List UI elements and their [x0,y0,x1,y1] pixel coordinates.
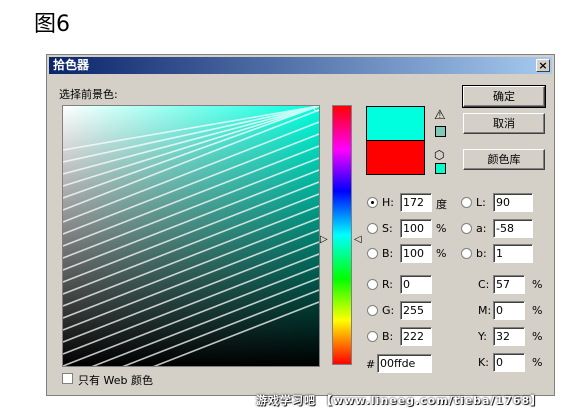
dialog-title: 拾色器 [53,58,90,72]
hue-slider[interactable] [332,105,352,365]
web-safe-cube-icon[interactable]: ⬡ [434,148,444,162]
hue-slider-left-arrow[interactable]: ▷ [320,234,328,245]
yellow-field[interactable]: 32 [493,327,525,346]
black-label: K: [478,356,489,369]
ok-button[interactable]: 确定 [462,85,546,108]
saturation-unit: % [436,222,447,235]
current-color-swatch[interactable] [366,140,425,175]
radio-green[interactable] [367,305,378,316]
blue-label: B: [382,330,394,343]
color-libraries-button[interactable]: 颜色库 [463,149,545,170]
yellow-unit: % [532,330,543,343]
color-field[interactable] [62,105,320,367]
lab-a-label: a: [476,222,487,235]
lab-l-label: L: [476,196,486,209]
radio-saturation[interactable] [367,223,378,234]
hue-field[interactable]: 172 [400,193,432,212]
lab-l-field[interactable]: 90 [493,193,533,212]
red-label: R: [382,278,394,291]
close-button[interactable]: × [536,59,550,72]
brightness-unit: % [436,247,447,260]
dialog-titlebar: 拾色器 × [49,57,552,74]
green-label: G: [382,304,395,317]
lab-a-field[interactable]: -58 [493,219,533,238]
web-safe-swatch[interactable] [435,163,446,174]
new-color-swatch [366,106,425,141]
brightness-label: B: [382,247,394,260]
hex-label: # [366,358,376,371]
radio-blue[interactable] [367,331,378,342]
magenta-label: M: [478,304,492,317]
cyan-unit: % [532,278,543,291]
hex-field[interactable]: 00ffde [377,354,432,373]
yellow-label: Y: [478,330,487,343]
cyan-label: C: [478,278,490,291]
web-only-label: 只有 Web 颜色 [78,374,153,387]
hue-label: H: [382,196,394,209]
radio-lab-l[interactable] [461,197,472,208]
color-picker-dialog: 拾色器 × 选择前景色: ▷ ◁ ⚠ ⬡ 确定 取消 颜色库 H: 172 度 … [46,54,555,396]
radio-lab-b[interactable] [461,248,472,259]
brightness-field[interactable]: 100 [400,244,432,263]
hue-slider-right-arrow[interactable]: ◁ [354,234,362,245]
saturation-label: S: [382,222,393,235]
magenta-field[interactable]: 0 [493,301,525,320]
radio-hue[interactable] [367,197,378,208]
hue-unit: 度 [436,198,447,211]
web-only-checkbox[interactable] [62,373,73,384]
radio-lab-a[interactable] [461,223,472,234]
cyan-field[interactable]: 57 [493,275,525,294]
black-unit: % [532,356,543,369]
lab-b-field[interactable]: 1 [493,244,533,263]
gamut-swatch[interactable] [435,126,446,137]
color-field-gradient [63,106,319,366]
figure-label: 图6 [34,12,70,37]
cancel-button[interactable]: 取消 [463,113,545,134]
radio-brightness[interactable] [367,248,378,259]
radio-red[interactable] [367,279,378,290]
saturation-field[interactable]: 100 [400,219,432,238]
green-field[interactable]: 255 [400,301,432,320]
prompt-label: 选择前景色: [59,88,118,101]
gamut-warning-icon[interactable]: ⚠ [434,108,446,123]
black-field[interactable]: 0 [493,353,525,372]
red-field[interactable]: 0 [400,275,432,294]
watermark-text: 游戏学习吧 【www.lineeg.com/tieba/1768】 [256,394,543,407]
blue-field[interactable]: 222 [400,327,432,346]
magenta-unit: % [532,304,543,317]
lab-b-label: b: [476,247,487,260]
